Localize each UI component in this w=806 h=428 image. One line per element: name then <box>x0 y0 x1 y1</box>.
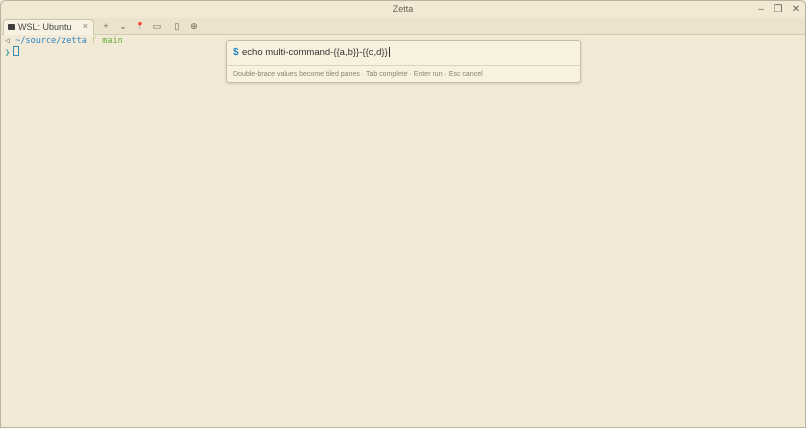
text-caret <box>388 47 390 57</box>
split-pane-button[interactable]: ▯ <box>171 20 183 32</box>
prompt-line: ◁ ~/source/zetta ᚴ main <box>5 36 123 46</box>
git-branch-icon: ᚴ <box>92 36 98 46</box>
maximize-button[interactable]: ❐ <box>770 2 786 16</box>
minimize-icon: – <box>758 3 764 15</box>
pin-icon: 📍 <box>135 23 145 30</box>
close-icon: ✕ <box>791 3 801 15</box>
pin-button[interactable]: 📍 <box>134 20 146 32</box>
command-hint: Double-brace values become tiled panes ·… <box>233 71 483 78</box>
tab-close-button[interactable]: × <box>83 21 88 31</box>
title-bar[interactable]: Zetta – ❐ ✕ <box>1 1 805 18</box>
chevron-down-icon: ⌄ <box>119 20 127 31</box>
app-window: Zetta – ❐ ✕ WSL: Ubuntu × + ⌄ 📍 ▭ ▯ ⊕ ◁ … <box>0 0 806 428</box>
minimize-button[interactable]: – <box>753 2 769 16</box>
window-title: Zetta <box>392 4 414 14</box>
input-line: ❯ <box>5 46 123 58</box>
plus-icon: + <box>103 21 109 31</box>
git-branch: main <box>102 36 123 46</box>
split-icon: ▯ <box>174 20 180 31</box>
globe-button[interactable]: ⊕ <box>188 20 200 32</box>
archive-button[interactable]: ▭ <box>151 20 163 32</box>
current-path: ~/source/zetta <box>15 36 87 46</box>
terminal-cursor <box>13 46 20 56</box>
prompt-symbol: ❯ <box>5 48 11 58</box>
tab-wsl-ubuntu[interactable]: WSL: Ubuntu × <box>3 19 94 35</box>
maximize-icon: ❐ <box>773 3 783 15</box>
terminal-output[interactable]: ◁ ~/source/zetta ᚴ main ❯ <box>5 36 123 58</box>
command-text: echo multi-command-{{a,b}}-{{c,d}} <box>242 47 388 58</box>
archive-icon: ▭ <box>152 20 162 31</box>
globe-icon: ⊕ <box>190 20 198 31</box>
close-window-button[interactable]: ✕ <box>788 2 804 16</box>
terminal-icon <box>8 24 15 30</box>
back-arrow-icon: ◁ <box>5 36 16 46</box>
command-input[interactable]: $ echo multi-command-{{a,b}}-{{c,d}} <box>227 41 580 66</box>
new-tab-button[interactable]: + <box>100 20 112 32</box>
shell-prompt-symbol: $ <box>233 47 239 58</box>
command-input-value: echo multi-command-{{a,b}}-{{c,d}} <box>242 47 390 58</box>
tab-label: WSL: Ubuntu <box>18 22 72 32</box>
new-tab-dropdown-button[interactable]: ⌄ <box>117 20 129 32</box>
command-palette: $ echo multi-command-{{a,b}}-{{c,d}} Dou… <box>226 40 581 83</box>
